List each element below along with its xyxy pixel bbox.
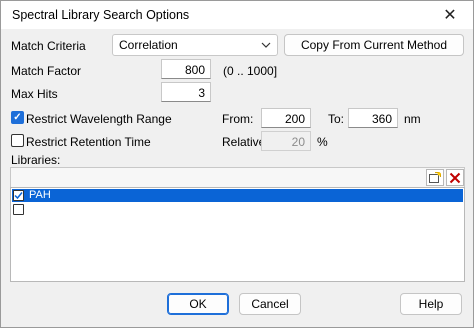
match-criteria-value: Correlation — [119, 38, 178, 52]
wavelength-from-label: From: — [222, 112, 254, 126]
ok-button[interactable]: OK — [167, 293, 229, 315]
close-icon[interactable]: ✕ — [427, 1, 473, 29]
restrict-wavelength-checkbox[interactable]: ✓ — [11, 111, 24, 124]
libraries-list[interactable]: PAH — [10, 187, 465, 282]
retention-unit-label: % — [317, 135, 328, 149]
title-bar: Spectral Library Search Options ✕ — [1, 1, 473, 29]
window-title: Spectral Library Search Options — [12, 8, 190, 22]
match-criteria-select[interactable]: Correlation — [112, 34, 278, 56]
wavelength-unit-label: nm — [404, 112, 421, 126]
libraries-toolbar — [10, 167, 465, 187]
delete-library-icon[interactable] — [446, 169, 464, 186]
copy-from-current-method-button[interactable]: Copy From Current Method — [284, 34, 464, 56]
dialog-window: Spectral Library Search Options ✕ Match … — [0, 0, 474, 328]
wavelength-to-input[interactable]: 360 — [348, 108, 398, 128]
restrict-wavelength-label: Restrict Wavelength Range — [26, 112, 172, 126]
match-factor-range-hint: (0 .. 1000] — [223, 64, 278, 78]
help-button[interactable]: Help — [400, 293, 462, 315]
libraries-label: Libraries: — [11, 153, 61, 167]
wavelength-from-input[interactable]: 200 — [261, 108, 311, 128]
wavelength-to-label: To: — [328, 112, 345, 126]
match-factor-label: Match Factor — [11, 64, 82, 78]
list-item[interactable]: PAH — [12, 189, 463, 202]
match-factor-input[interactable]: 800 — [161, 59, 211, 79]
library-checkbox[interactable] — [13, 204, 24, 215]
add-library-icon[interactable] — [426, 169, 444, 186]
restrict-retention-checkbox[interactable] — [11, 134, 24, 147]
library-checkbox[interactable] — [13, 190, 24, 201]
match-criteria-label: Match Criteria — [11, 39, 86, 53]
max-hits-label: Max Hits — [11, 87, 58, 101]
max-hits-input[interactable]: 3 — [161, 82, 211, 102]
library-name: PAH — [29, 189, 51, 201]
cancel-button[interactable]: Cancel — [239, 293, 301, 315]
retention-relative-input[interactable]: 20 — [261, 131, 311, 151]
restrict-retention-label: Restrict Retention Time — [26, 135, 151, 149]
chevron-down-icon — [261, 37, 271, 61]
